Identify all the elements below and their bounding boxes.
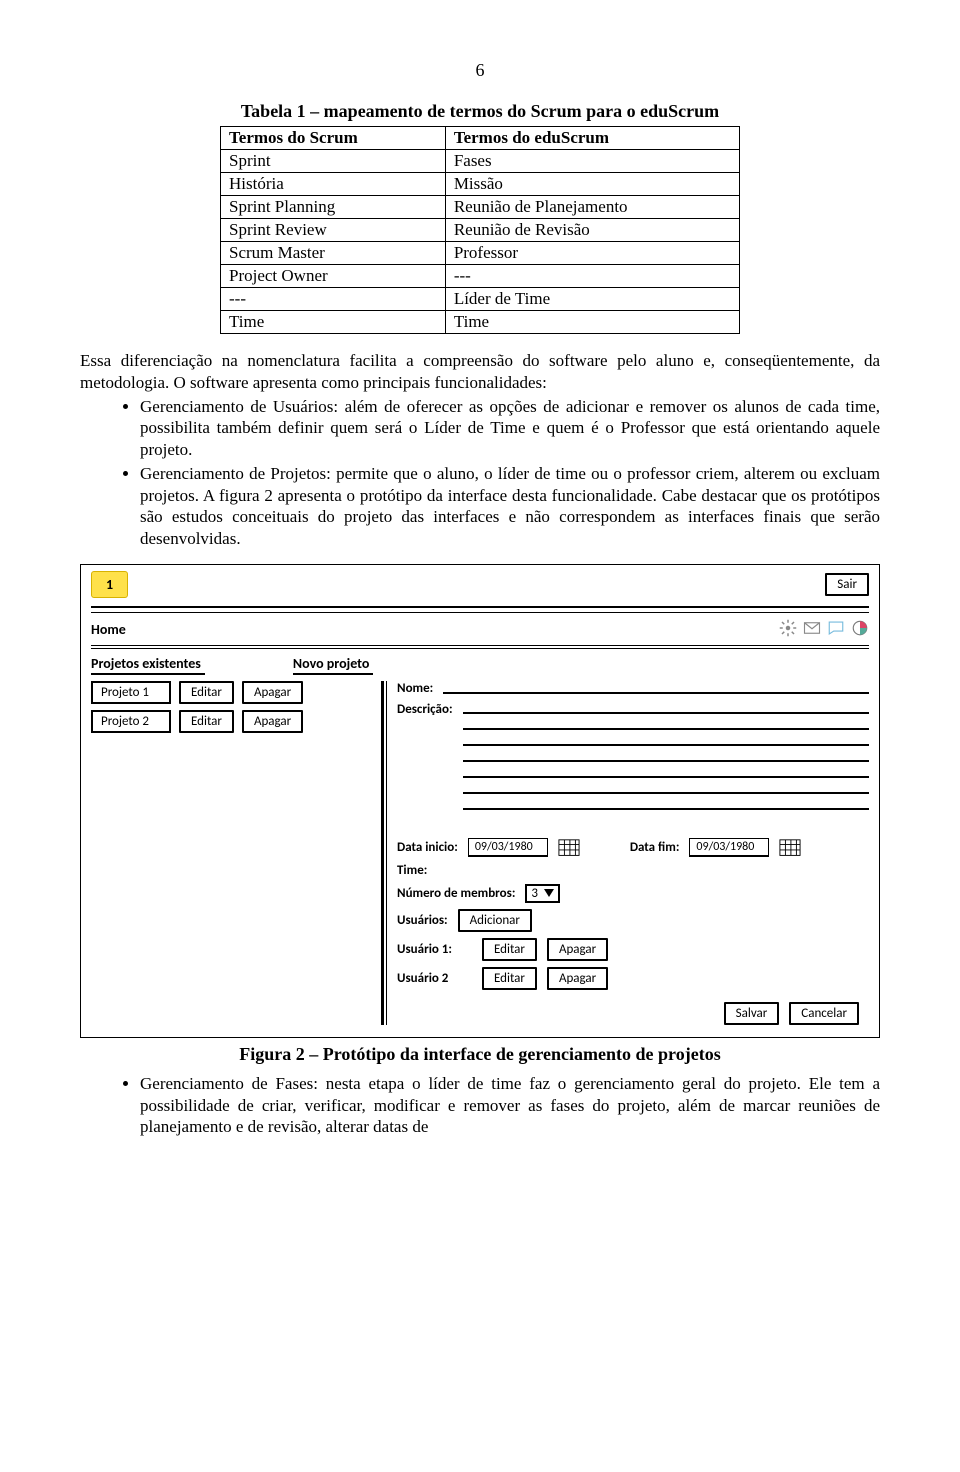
edit-project-button[interactable]: Editar <box>179 710 234 733</box>
user-label: Usuário 1: <box>397 942 472 957</box>
cell: Project Owner <box>221 265 446 288</box>
chevron-down-icon <box>544 889 554 897</box>
time-label: Time: <box>397 863 427 878</box>
nome-label: Nome: <box>397 681 433 696</box>
usuarios-label: Usuários: <box>397 913 448 928</box>
cell: História <box>221 173 446 196</box>
data-inicio-input[interactable]: 09/03/1980 <box>468 838 548 857</box>
edit-project-button[interactable]: Editar <box>179 681 234 704</box>
th-eduscrum: Termos do eduScrum <box>445 127 739 150</box>
edit-user-button[interactable]: Editar <box>482 967 537 990</box>
delete-project-button[interactable]: Apagar <box>242 681 303 704</box>
save-button[interactable]: Salvar <box>724 1002 780 1025</box>
mail-icon[interactable] <box>803 619 821 641</box>
home-label[interactable]: Home <box>91 621 126 638</box>
descricao-label: Descrição: <box>397 702 453 717</box>
cell: Time <box>221 311 446 334</box>
data-fim-label: Data fim: <box>630 840 680 855</box>
delete-user-button[interactable]: Apagar <box>547 967 608 990</box>
cell: Fases <box>445 150 739 173</box>
descricao-input[interactable] <box>463 702 869 814</box>
data-fim-input[interactable]: 09/03/1980 <box>689 838 769 857</box>
data-inicio-label: Data inicio: <box>397 840 458 855</box>
cell: Sprint Review <box>221 219 446 242</box>
gear-icon[interactable] <box>779 619 797 641</box>
figure-prototype: 1 Sair Home <box>80 564 880 1065</box>
chat-icon[interactable] <box>827 619 845 641</box>
cell: Reunião de Revisão <box>445 219 739 242</box>
project-name: Projeto 2 <box>91 710 171 733</box>
bullet-usuarios: Gerenciamento de Usuários: além de ofere… <box>140 396 880 461</box>
cell: Reunião de Planejamento <box>445 196 739 219</box>
cancel-button[interactable]: Cancelar <box>789 1002 859 1025</box>
calendar-icon[interactable] <box>558 838 580 856</box>
page-number: 6 <box>80 60 880 81</box>
figure-caption: Figura 2 – Protótipo da interface de ger… <box>80 1044 880 1065</box>
cell: Sprint Planning <box>221 196 446 219</box>
left-section-title: Projetos existentes <box>91 655 205 675</box>
terms-table: Termos do Scrum Termos do eduScrum Sprin… <box>220 126 740 334</box>
delete-project-button[interactable]: Apagar <box>242 710 303 733</box>
cell: Time <box>445 311 739 334</box>
cell: Sprint <box>221 150 446 173</box>
intro-paragraph: Essa diferenciação na nomenclatura facil… <box>80 350 880 394</box>
cell: --- <box>221 288 446 311</box>
chart-icon[interactable] <box>851 619 869 641</box>
bullet-projetos: Gerenciamento de Projetos: permite que o… <box>140 463 880 550</box>
delete-user-button[interactable]: Apagar <box>547 938 608 961</box>
edit-user-button[interactable]: Editar <box>482 938 537 961</box>
cell: Professor <box>445 242 739 265</box>
sair-button[interactable]: Sair <box>825 573 869 596</box>
cell: --- <box>445 265 739 288</box>
nome-input[interactable] <box>443 682 869 694</box>
cell: Missão <box>445 173 739 196</box>
cell: Scrum Master <box>221 242 446 265</box>
project-name: Projeto 1 <box>91 681 171 704</box>
num-membros-select[interactable]: 3 <box>525 884 560 903</box>
bullet-fases: Gerenciamento de Fases: nesta etapa o lí… <box>140 1073 880 1138</box>
table-caption: Tabela 1 – mapeamento de termos do Scrum… <box>80 101 880 122</box>
page-badge: 1 <box>91 571 128 598</box>
add-user-button[interactable]: Adicionar <box>458 909 532 932</box>
user-label: Usuário 2 <box>397 971 472 986</box>
cell: Líder de Time <box>445 288 739 311</box>
num-membros-value: 3 <box>531 886 538 901</box>
th-scrum: Termos do Scrum <box>221 127 446 150</box>
calendar-icon[interactable] <box>779 838 801 856</box>
num-membros-label: Número de membros: <box>397 886 515 901</box>
right-section-title: Novo projeto <box>293 655 374 675</box>
